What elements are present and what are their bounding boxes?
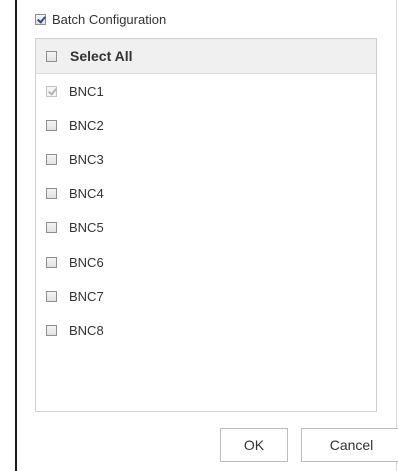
batch-configuration-checkbox[interactable] bbox=[35, 13, 46, 25]
bnc3-label: BNC3 bbox=[69, 151, 104, 167]
select-all-checkbox[interactable] bbox=[46, 50, 57, 62]
list-item-bnc7[interactable]: BNC7 bbox=[36, 279, 376, 313]
bnc2-label: BNC2 bbox=[69, 117, 104, 133]
bnc7-checkbox[interactable] bbox=[46, 290, 57, 302]
bnc5-label: BNC5 bbox=[69, 220, 104, 236]
bnc3-checkbox[interactable] bbox=[46, 153, 57, 165]
bnc1-checkbox bbox=[46, 85, 57, 97]
ok-button[interactable]: OK bbox=[220, 428, 288, 462]
bnc2-checkbox[interactable] bbox=[46, 119, 57, 131]
list-item-bnc1: BNC1 bbox=[36, 74, 376, 108]
batch-configuration-label: Batch Configuration bbox=[52, 11, 167, 27]
cancel-button[interactable]: Cancel bbox=[301, 428, 398, 462]
select-all-label: Select All bbox=[70, 48, 133, 64]
bnc4-label: BNC4 bbox=[69, 186, 104, 202]
bnc4-checkbox[interactable] bbox=[46, 188, 57, 200]
bnc6-label: BNC6 bbox=[69, 254, 104, 270]
list-item-bnc8[interactable]: BNC8 bbox=[36, 313, 376, 347]
bnc8-label: BNC8 bbox=[69, 322, 104, 338]
bnc8-checkbox[interactable] bbox=[46, 324, 57, 336]
select-all-row[interactable]: Select All bbox=[36, 39, 376, 74]
channel-list-panel: Select All BNC1 BNC2 BNC3 BNC4 BNC5 BNC6 bbox=[35, 38, 377, 412]
batch-configuration-row[interactable]: Batch Configuration bbox=[35, 10, 166, 28]
batch-configuration-dialog: Batch Configuration Select All BNC1 BNC2… bbox=[15, 0, 398, 471]
list-item-bnc2[interactable]: BNC2 bbox=[36, 108, 376, 142]
list-item-bnc5[interactable]: BNC5 bbox=[36, 211, 376, 245]
bnc7-label: BNC7 bbox=[69, 288, 104, 304]
list-item-bnc6[interactable]: BNC6 bbox=[36, 245, 376, 279]
bnc5-checkbox[interactable] bbox=[46, 222, 57, 234]
list-item-bnc4[interactable]: BNC4 bbox=[36, 177, 376, 211]
bnc6-checkbox[interactable] bbox=[46, 256, 57, 268]
bnc1-label: BNC1 bbox=[69, 83, 104, 99]
list-item-bnc3[interactable]: BNC3 bbox=[36, 142, 376, 176]
